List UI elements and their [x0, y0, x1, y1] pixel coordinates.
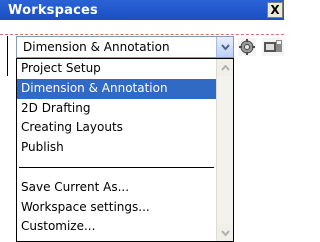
- divider: [7, 36, 8, 76]
- dashed-guide-line: [0, 34, 284, 35]
- action-save-current-as[interactable]: Save Current As...: [17, 178, 216, 198]
- chevron-down-icon: [220, 43, 230, 51]
- chevron-down-icon: [220, 229, 230, 236]
- list-item-dimension-annotation[interactable]: Dimension & Annotation: [17, 78, 216, 99]
- action-customize[interactable]: Customize...: [17, 217, 216, 237]
- workspace-settings-icon[interactable]: [262, 38, 284, 56]
- scroll-down-button[interactable]: [217, 224, 233, 241]
- separator-line: [19, 167, 214, 169]
- list-item-creating-layouts[interactable]: Creating Layouts: [17, 118, 216, 138]
- combo-dropdown-button[interactable]: [216, 37, 233, 57]
- list-scrollbar[interactable]: [216, 59, 233, 241]
- window-title: Workspaces: [8, 2, 98, 18]
- scroll-up-button[interactable]: [217, 59, 233, 76]
- list-item-publish[interactable]: Publish: [17, 138, 216, 158]
- list-item-2d-drafting[interactable]: 2D Drafting: [17, 99, 216, 119]
- gear-icon[interactable]: [238, 38, 256, 56]
- chevron-up-icon: [220, 64, 230, 71]
- workspaces-panel: Workspaces X Dimension & Annotation Proj…: [0, 0, 284, 242]
- close-button[interactable]: X: [267, 2, 283, 18]
- action-workspace-settings[interactable]: Workspace settings...: [17, 198, 216, 218]
- list-item-project-setup[interactable]: Project Setup: [17, 59, 216, 79]
- title-bar: Workspaces X: [0, 0, 284, 20]
- list-separator: [17, 158, 216, 178]
- workspace-list: Project Setup Dimension & Annotation 2D …: [17, 59, 216, 241]
- workspace-dropdown: Project Setup Dimension & Annotation 2D …: [16, 58, 234, 242]
- combo-value: Dimension & Annotation: [23, 40, 170, 54]
- workspace-combo[interactable]: Dimension & Annotation: [16, 36, 234, 58]
